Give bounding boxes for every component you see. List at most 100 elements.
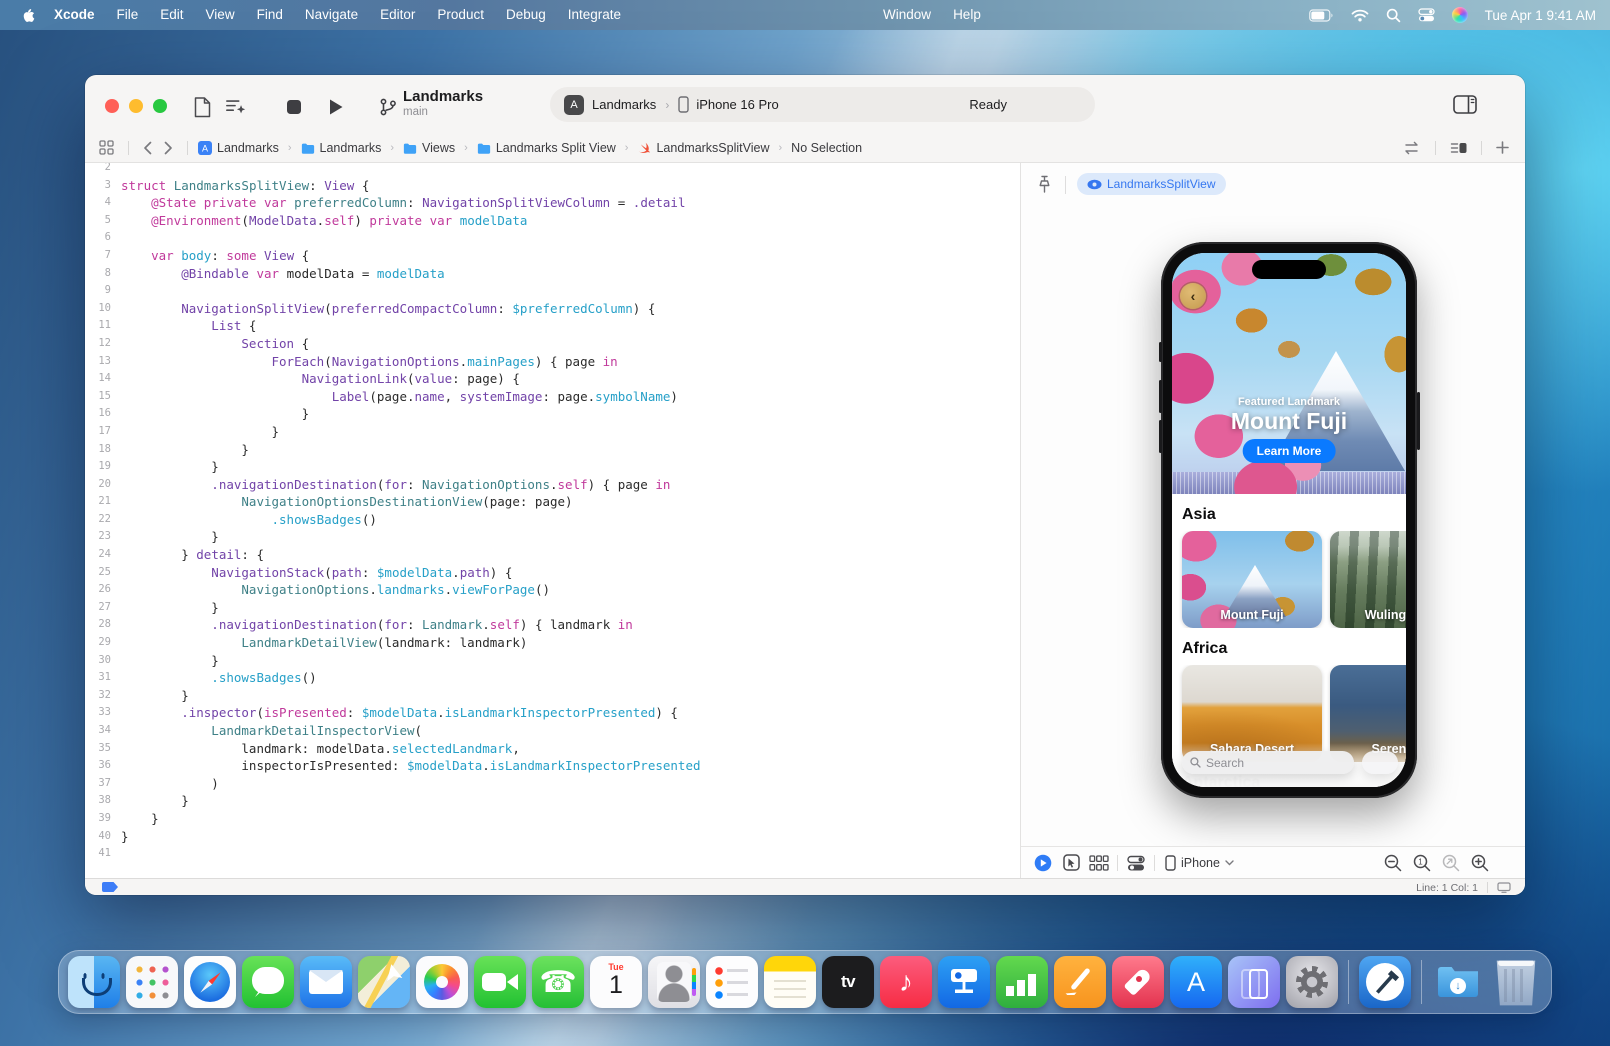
- zoom-fit-icon[interactable]: [1442, 854, 1460, 872]
- code-text: }: [121, 423, 279, 441]
- menu-xcode[interactable]: Xcode: [43, 0, 106, 30]
- zoom-window-button[interactable]: [153, 99, 167, 113]
- inspector-toggle-icon[interactable]: [1453, 95, 1477, 114]
- dock-downloads[interactable]: ↓: [1430, 954, 1486, 1010]
- apple-menu-icon[interactable]: [20, 7, 35, 24]
- variants-button[interactable]: [1085, 855, 1113, 871]
- dock-calendar[interactable]: Tue1: [588, 954, 644, 1010]
- landmark-card-fuji[interactable]: Mount Fuji: [1182, 531, 1322, 628]
- code-text: inspectorIsPresented: $modelData.isLandm…: [121, 757, 701, 775]
- preview-device-label: iPhone: [1181, 856, 1220, 870]
- dock-xcode[interactable]: [1357, 954, 1413, 1010]
- crumb-landmarks-split-view[interactable]: Landmarks Split View: [475, 141, 618, 155]
- battery-icon[interactable]: [1309, 9, 1334, 22]
- scheme-selector[interactable]: A Landmarks › iPhone 16 Pro Ready: [550, 87, 1095, 122]
- menu-view[interactable]: View: [195, 0, 246, 30]
- menu-help[interactable]: Help: [942, 0, 992, 30]
- window-titlebar[interactable]: Landmarks main A Landmarks › iPhone 16 P…: [85, 75, 1525, 133]
- code-line: 29LandmarkDetailView(landmark: landmark): [85, 634, 1020, 652]
- scheme-name[interactable]: Landmarks: [592, 97, 656, 112]
- run-destination[interactable]: iPhone 16 Pro: [696, 97, 778, 112]
- search-field[interactable]: Search: [1182, 751, 1354, 774]
- dock-keynote[interactable]: [936, 954, 992, 1010]
- dock-contacts[interactable]: [646, 954, 702, 1010]
- learn-more-button[interactable]: Learn More: [1243, 439, 1336, 463]
- project-block[interactable]: Landmarks main: [403, 88, 483, 118]
- zoom-in-icon[interactable]: [1471, 854, 1489, 872]
- dock-reminders[interactable]: [704, 954, 760, 1010]
- preview-target-badge[interactable]: LandmarksSplitView: [1077, 173, 1226, 195]
- dock-tv[interactable]: tv: [820, 954, 876, 1010]
- dock-settings[interactable]: [1284, 954, 1340, 1010]
- related-items-icon[interactable]: [93, 140, 120, 155]
- line-number: 22: [85, 511, 111, 529]
- crumb-no-selection[interactable]: No Selection: [789, 141, 864, 155]
- dock-mirroring[interactable]: [1226, 954, 1282, 1010]
- control-center-icon[interactable]: [1418, 8, 1435, 22]
- code-text: var body: some View {: [121, 247, 309, 265]
- search-icon[interactable]: [1386, 8, 1401, 23]
- crumb-landmarkssplitview[interactable]: LandmarksSplitView: [635, 141, 771, 155]
- dock-pages[interactable]: [1052, 954, 1108, 1010]
- crumb-views[interactable]: Views: [401, 141, 457, 155]
- dock-games[interactable]: [1110, 954, 1166, 1010]
- dock-finder[interactable]: [66, 954, 122, 1010]
- dock-music[interactable]: ♪: [878, 954, 934, 1010]
- dock-appstore[interactable]: A: [1168, 954, 1224, 1010]
- dock-launchpad[interactable]: [124, 954, 180, 1010]
- dock-photos[interactable]: [414, 954, 470, 1010]
- editor-options-icon[interactable]: [1444, 141, 1473, 155]
- back-button[interactable]: ‹: [1180, 283, 1206, 309]
- selectable-mode-button[interactable]: [1057, 854, 1085, 871]
- crumb-landmarks[interactable]: ALandmarks: [196, 141, 281, 155]
- add-editor-icon[interactable]: [1490, 141, 1515, 154]
- live-preview-button[interactable]: [1029, 854, 1057, 872]
- menu-editor[interactable]: Editor: [369, 0, 426, 30]
- iphone-preview-device[interactable]: ‹ Featured Landmark Mount Fuji Learn Mor…: [1161, 242, 1417, 798]
- run-button[interactable]: [325, 96, 347, 118]
- preview-device-selector[interactable]: iPhone: [1165, 855, 1234, 871]
- dock-notes[interactable]: [762, 954, 818, 1010]
- menu-edit[interactable]: Edit: [149, 0, 194, 30]
- minimize-window-button[interactable]: [129, 99, 143, 113]
- breakpoints-toggle[interactable]: [102, 882, 118, 892]
- dock-phone[interactable]: ☎: [530, 954, 586, 1010]
- crumb-landmarks[interactable]: Landmarks: [299, 141, 384, 155]
- branch-icon: [377, 96, 399, 118]
- dock-trash[interactable]: [1488, 954, 1544, 1010]
- dock-messages[interactable]: [240, 954, 296, 1010]
- code-line: 31.showsBadges(): [85, 669, 1020, 687]
- siri-icon[interactable]: [1452, 7, 1468, 23]
- dock-numbers[interactable]: [994, 954, 1050, 1010]
- zoom-100-icon[interactable]: 1: [1413, 854, 1431, 872]
- search-accessory[interactable]: [1362, 751, 1398, 774]
- new-file-icon[interactable]: [191, 96, 213, 118]
- menu-bar-clock[interactable]: Tue Apr 1 9:41 AM: [1485, 8, 1596, 23]
- menu-product[interactable]: Product: [426, 0, 495, 30]
- menu-find[interactable]: Find: [246, 0, 294, 30]
- menu-navigate[interactable]: Navigate: [294, 0, 369, 30]
- landmark-card-wulingyuan[interactable]: Wulingyuan: [1330, 531, 1406, 628]
- coding-assistant-icon[interactable]: [225, 96, 247, 118]
- menu-window[interactable]: Window: [872, 0, 942, 30]
- device-settings-button[interactable]: [1122, 855, 1150, 871]
- forward-icon[interactable]: [158, 141, 179, 155]
- stop-button[interactable]: [283, 96, 305, 118]
- dock-facetime[interactable]: [472, 954, 528, 1010]
- display-icon[interactable]: [1497, 882, 1511, 893]
- menu-file[interactable]: File: [106, 0, 150, 30]
- dock-maps[interactable]: [356, 954, 412, 1010]
- wifi-icon[interactable]: [1351, 9, 1369, 22]
- adjust-editor-icon[interactable]: [1398, 141, 1427, 155]
- line-number: 26: [85, 581, 111, 599]
- dock-mail[interactable]: [298, 954, 354, 1010]
- card-row: Mount FujiWulingyuan: [1172, 531, 1406, 628]
- dock-safari[interactable]: [182, 954, 238, 1010]
- close-window-button[interactable]: [105, 99, 119, 113]
- zoom-out-icon[interactable]: [1384, 854, 1402, 872]
- menu-debug[interactable]: Debug: [495, 0, 557, 30]
- menu-integrate[interactable]: Integrate: [557, 0, 632, 30]
- pin-icon[interactable]: [1037, 175, 1052, 194]
- back-icon[interactable]: [137, 141, 158, 155]
- source-editor[interactable]: 23struct LandmarksSplitView: View {4@Sta…: [85, 163, 1020, 878]
